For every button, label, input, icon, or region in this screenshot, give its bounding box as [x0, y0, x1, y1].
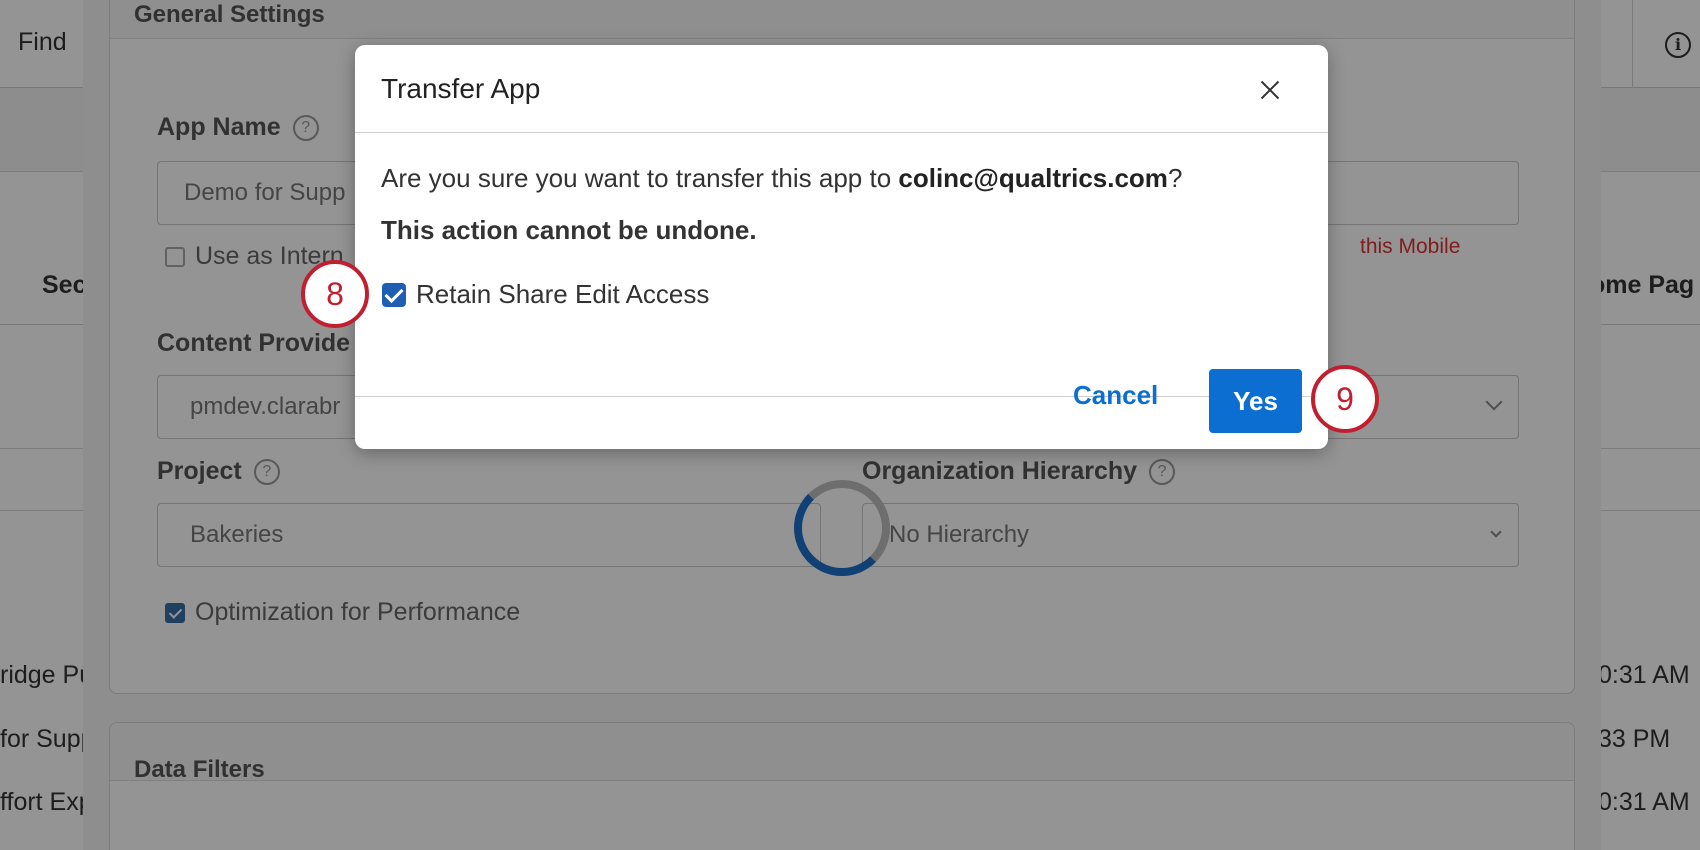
retain-share-edit-checkbox[interactable] — [382, 283, 406, 307]
transfer-app-dialog: Transfer App Are you sure you want to tr… — [355, 45, 1328, 449]
cancel-button[interactable]: Cancel — [1073, 380, 1158, 411]
confirm-question: Are you sure you want to transfer this a… — [381, 163, 1183, 193]
close-icon[interactable] — [1253, 73, 1287, 107]
yes-button[interactable]: Yes — [1209, 369, 1302, 433]
dialog-title: Transfer App — [381, 73, 541, 104]
target-email: colinc@qualtrics.com — [898, 163, 1168, 193]
dialog-header: Transfer App — [355, 45, 1328, 133]
irreversible-warning: This action cannot be undone. — [381, 215, 757, 245]
dialog-body: Are you sure you want to transfer this a… — [355, 133, 1328, 397]
step-9-badge: 9 — [1311, 365, 1379, 433]
step-8-badge: 8 — [301, 260, 369, 328]
retain-share-edit-label[interactable]: Retain Share Edit Access — [416, 279, 709, 310]
